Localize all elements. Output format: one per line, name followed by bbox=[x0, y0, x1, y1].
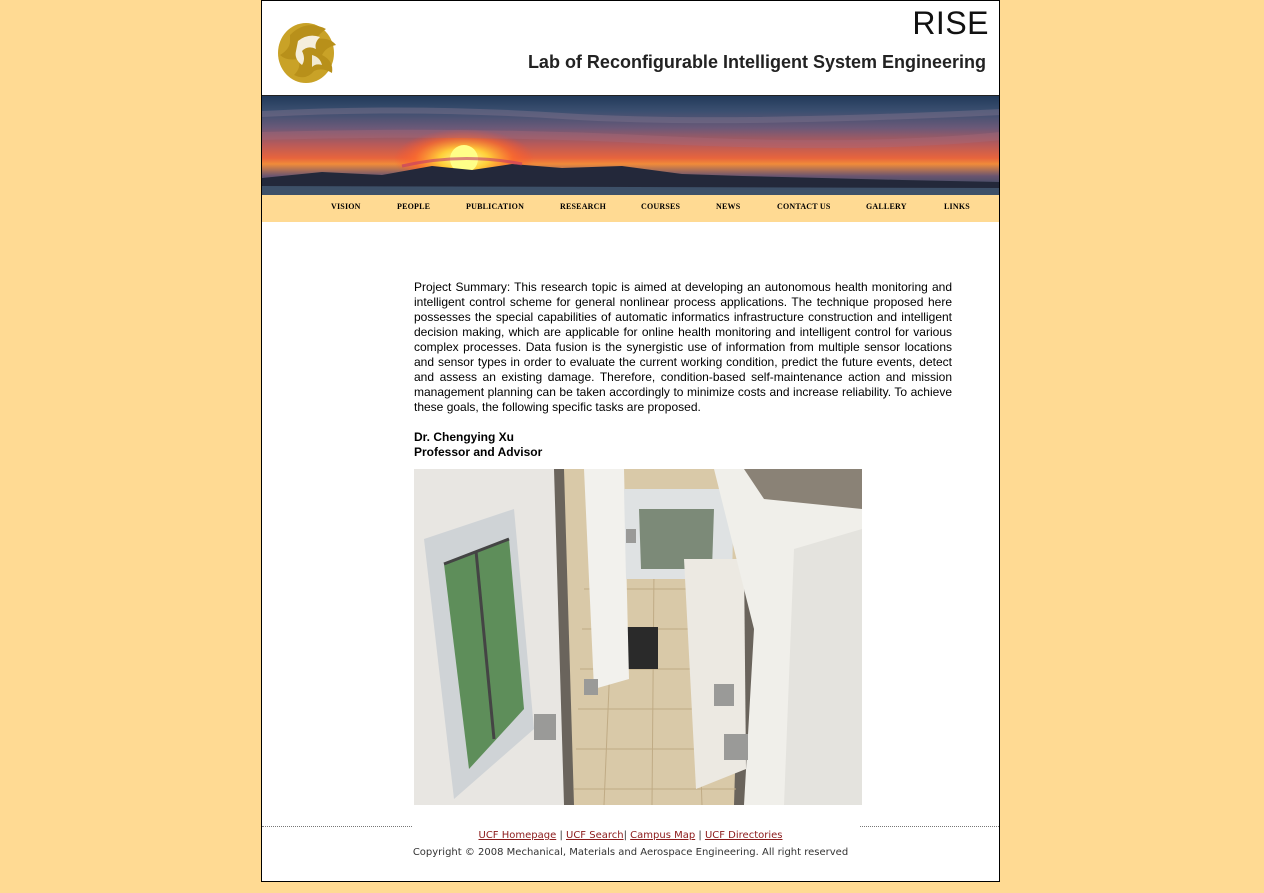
footer-divider-left bbox=[262, 826, 412, 827]
nav-item-research[interactable]: RESEARCH bbox=[560, 202, 606, 211]
footer-link-ucf-directories[interactable]: UCF Directories bbox=[705, 830, 783, 841]
main-content: Project Summary: This research topic is … bbox=[414, 280, 952, 460]
nav-item-vision[interactable]: VISION bbox=[331, 202, 361, 211]
site-short-title: RISE bbox=[912, 5, 989, 41]
project-summary-text: Project Summary: This research topic is … bbox=[414, 280, 952, 414]
page-container: RISE Lab of Reconfigurable Intelligent S… bbox=[261, 0, 1000, 882]
site-full-title: Lab of Reconfigurable Intelligent System… bbox=[527, 52, 986, 72]
pegasus-logo-icon[interactable] bbox=[276, 15, 342, 85]
author-block: Dr. Chengying Xu Professor and Advisor bbox=[414, 430, 952, 460]
footer-separator: | bbox=[623, 830, 627, 841]
author-name: Dr. Chengying Xu bbox=[414, 430, 515, 444]
nav-item-contact-us[interactable]: CONTACT US bbox=[777, 202, 831, 211]
nav-item-gallery[interactable]: GALLERY bbox=[866, 202, 907, 211]
atrium-photo bbox=[414, 469, 862, 805]
footer-link-ucf-search[interactable]: UCF Search bbox=[566, 830, 624, 841]
footer-separator: | bbox=[559, 830, 563, 841]
sunset-banner-image bbox=[262, 95, 999, 196]
footer-divider-right bbox=[860, 826, 999, 827]
main-navigation: VISION PEOPLE PUBLICATION RESEARCH COURS… bbox=[262, 195, 999, 222]
footer-links: UCF Homepage | UCF Search| Campus Map | … bbox=[262, 830, 999, 841]
nav-item-publication[interactable]: PUBLICATION bbox=[466, 202, 524, 211]
nav-item-news[interactable]: NEWS bbox=[716, 202, 740, 211]
author-title: Professor and Advisor bbox=[414, 445, 543, 459]
nav-item-links[interactable]: LINKS bbox=[944, 202, 970, 211]
copyright-text: Copyright © 2008 Mechanical, Materials a… bbox=[412, 847, 849, 858]
nav-item-people[interactable]: PEOPLE bbox=[397, 202, 430, 211]
footer-link-ucf-homepage[interactable]: UCF Homepage bbox=[479, 830, 557, 841]
footer-separator: | bbox=[698, 830, 702, 841]
site-header: RISE Lab of Reconfigurable Intelligent S… bbox=[262, 1, 999, 95]
nav-item-courses[interactable]: COURSES bbox=[641, 202, 680, 211]
footer-link-campus-map[interactable]: Campus Map bbox=[630, 830, 695, 841]
